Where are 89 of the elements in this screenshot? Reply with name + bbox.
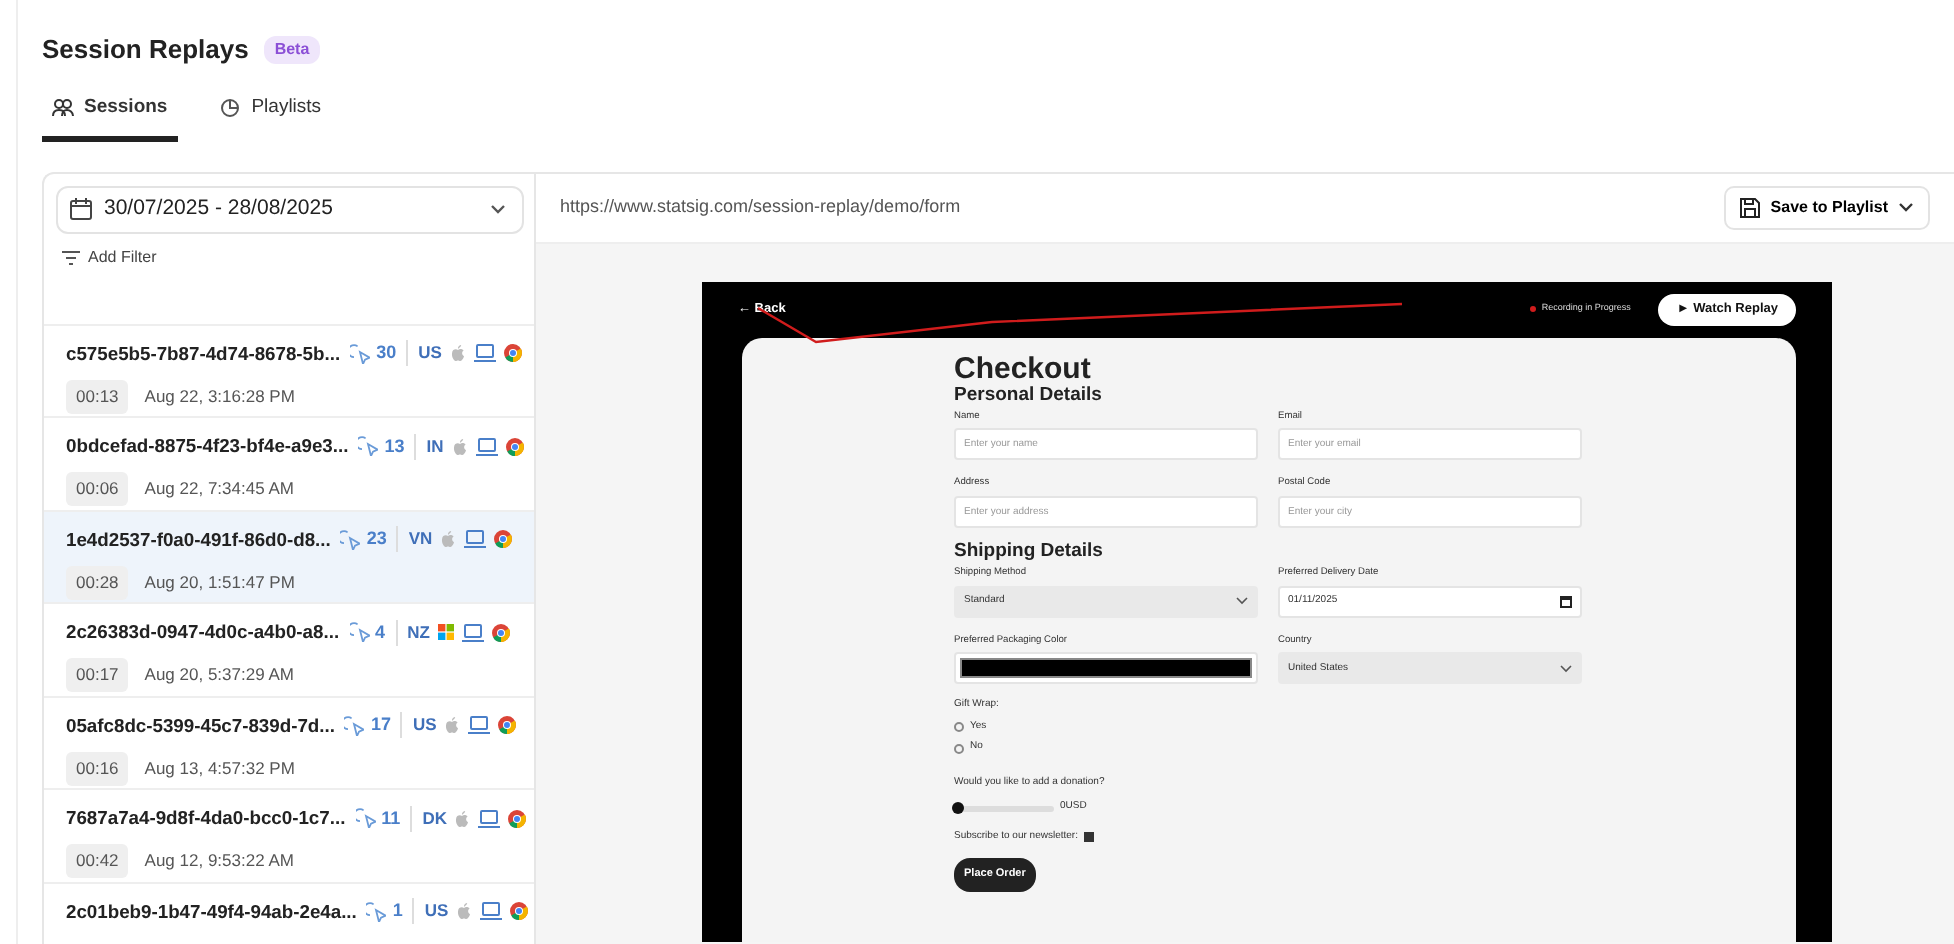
duration-badge: 00:28 — [66, 565, 129, 600]
filter-icon — [62, 249, 80, 266]
date-range-picker[interactable]: 30/07/2025 - 28/08/2025 — [56, 185, 524, 234]
country-code: US — [406, 340, 442, 367]
country-code: NZ — [395, 619, 430, 646]
country-code: US — [412, 898, 449, 925]
laptop-icon — [473, 344, 496, 363]
browser-icon — [491, 623, 510, 642]
apple-icon — [454, 809, 471, 828]
calendar-icon — [1560, 595, 1572, 608]
save-to-playlist-button[interactable]: Save to Playlist — [1724, 185, 1930, 230]
chevron-down-icon — [490, 202, 506, 217]
click-count: 1 — [392, 898, 403, 925]
section-heading: Shipping Details — [954, 542, 1105, 564]
session-row[interactable]: 2c26383d-0947-4d0c-a4b0-a8... 4 NZ 00:17 Aug 20, 5:37:29 AM — [44, 604, 534, 698]
form-heading: Checkout — [954, 353, 1093, 386]
session-time: Aug 13, 4:57:32 PM — [144, 755, 295, 782]
click-count: 23 — [366, 526, 387, 553]
session-id: 7687a7a4-9d8f-4da0-bcc0-1c7... — [66, 804, 346, 833]
session-row[interactable]: 2c01beb9-1b47-49f4-94ab-2e4a... 1 US — [44, 883, 534, 944]
laptop-icon — [478, 809, 501, 828]
session-row[interactable]: 7687a7a4-9d8f-4da0-bcc0-1c7... 11 DK 00:42 Aug 12, 9:53:22 AM — [44, 790, 534, 884]
apple-icon — [456, 902, 473, 921]
calendar-icon — [70, 198, 92, 221]
session-id: c575e5b5-7b87-4d74-8678-5b... — [66, 339, 341, 368]
country-code: VN — [396, 526, 433, 553]
cursor-click-icon — [358, 436, 379, 457]
laptop-icon — [480, 902, 503, 921]
chevron-down-icon — [1560, 663, 1572, 674]
tab[interactable]: Sessions — [42, 77, 178, 142]
click-count: 17 — [370, 712, 391, 739]
duration-badge: 00:42 — [66, 844, 129, 879]
laptop-icon — [461, 623, 484, 642]
session-id: 2c26383d-0947-4d0c-a4b0-a8... — [66, 618, 340, 647]
duration-badge: 00:17 — [66, 658, 129, 693]
session-time: Aug 22, 7:34:45 AM — [144, 476, 294, 503]
section-heading: Personal Details — [954, 386, 1104, 408]
session-time: Aug 22, 3:16:28 PM — [144, 383, 295, 410]
duration-badge: 00:13 — [66, 379, 129, 414]
click-count: 30 — [376, 340, 397, 367]
country-code: DK — [410, 805, 447, 832]
session-id: 0bdcefad-8875-4f23-bf4e-a9e3... — [66, 432, 349, 461]
chevron-down-icon — [1898, 200, 1914, 215]
session-time: Aug 20, 5:37:29 AM — [144, 662, 294, 689]
cursor-click-icon — [340, 529, 361, 550]
click-count: 4 — [375, 619, 386, 646]
session-row[interactable]: 1e4d2537-f0a0-491f-86d0-d8... 23 VN 00:28 Aug 20, 1:51:47 PM — [44, 511, 534, 605]
cursor-click-icon — [349, 622, 370, 643]
laptop-icon — [468, 716, 491, 735]
apple-icon — [440, 530, 457, 549]
session-id: 1e4d2537-f0a0-491f-86d0-d8... — [66, 525, 331, 554]
users-icon — [52, 97, 74, 118]
session-time: Aug 20, 1:51:47 PM — [144, 569, 295, 596]
browser-icon — [510, 902, 529, 921]
cursor-click-icon — [344, 715, 365, 736]
save-icon — [1740, 197, 1761, 218]
browser-icon — [494, 530, 513, 549]
click-count: 13 — [384, 433, 405, 460]
browser-icon — [505, 437, 524, 456]
country-code: IN — [414, 433, 444, 460]
cursor-click-icon — [350, 343, 371, 364]
pie-chart-icon — [219, 97, 242, 118]
cursor-click-icon — [366, 901, 387, 922]
session-id: 2c01beb9-1b47-49f4-94ab-2e4a... — [66, 897, 357, 926]
beta-badge: Beta — [264, 35, 320, 64]
windows-logo-icon — [437, 623, 454, 642]
laptop-icon — [475, 437, 498, 456]
page-title: Session Replays — [42, 32, 249, 68]
tab[interactable]: Playlists — [209, 77, 332, 142]
session-id: 05afc8dc-5399-45c7-839d-7d... — [66, 711, 335, 740]
click-count: 11 — [381, 805, 401, 832]
page-url: https://www.statsig.com/session-replay/demo/form — [560, 194, 961, 220]
browser-icon — [503, 344, 522, 363]
laptop-icon — [464, 530, 487, 549]
duration-badge: 00:06 — [66, 472, 129, 507]
browser-icon — [508, 809, 527, 828]
add-filter-button[interactable]: Add Filter — [62, 241, 157, 274]
duration-badge: 00:16 — [66, 751, 129, 786]
color-picker[interactable] — [954, 652, 1258, 685]
apple-icon — [449, 344, 466, 363]
session-time: Aug 12, 9:53:22 AM — [144, 848, 294, 875]
browser-icon — [498, 716, 517, 735]
apple-icon — [444, 716, 461, 735]
session-row[interactable]: 05afc8dc-5399-45c7-839d-7d... 17 US 00:16 Aug 13, 4:57:32 PM — [44, 697, 534, 791]
apple-icon — [451, 437, 468, 456]
country-code: US — [400, 712, 437, 739]
session-row[interactable]: c575e5b5-7b87-4d74-8678-5b... 30 US 00:13 Aug 22, 3:16:28 PM — [44, 325, 534, 419]
chevron-down-icon — [1236, 596, 1248, 607]
cursor-click-icon — [355, 808, 376, 829]
